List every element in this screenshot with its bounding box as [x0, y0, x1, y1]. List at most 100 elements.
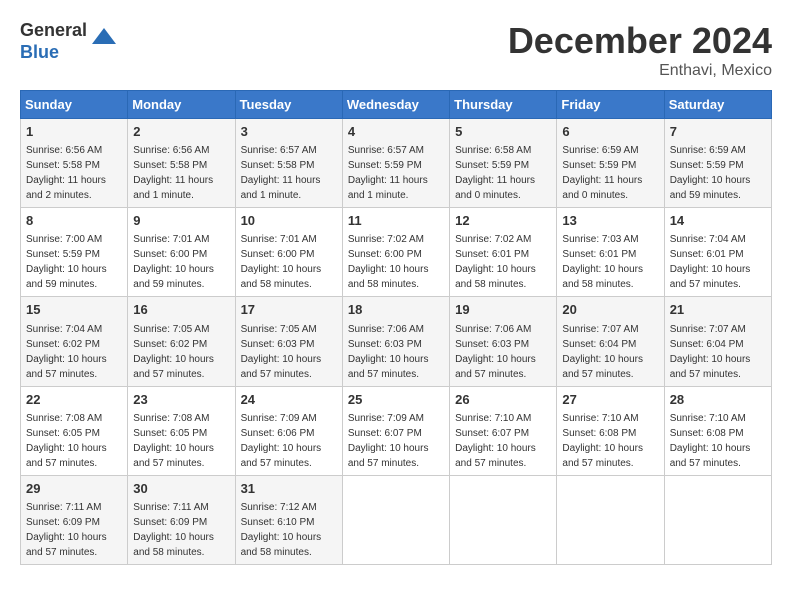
day-info: Sunrise: 7:05 AMSunset: 6:03 PMDaylight:…	[241, 322, 337, 382]
calendar-cell: 18 Sunrise: 7:06 AMSunset: 6:03 PMDayligh…	[342, 297, 449, 386]
calendar-cell: 24 Sunrise: 7:09 AMSunset: 6:06 PMDayligh…	[235, 386, 342, 475]
calendar-cell: 14Sunrise: 7:04 AMSunset: 6:01 PMDayligh…	[664, 208, 771, 297]
day-number: 6	[562, 123, 658, 141]
day-number: 20	[562, 301, 658, 319]
calendar-week-2: 8Sunrise: 7:00 AMSunset: 5:59 PMDaylight…	[21, 208, 772, 297]
day-info: Sunrise: 7:00 AMSunset: 5:59 PMDaylight:…	[26, 232, 122, 292]
day-info: Sunrise: 7:09 AMSunset: 6:07 PMDaylight:…	[348, 411, 444, 471]
calendar-cell	[557, 475, 664, 564]
calendar-cell: 13Sunrise: 7:03 AMSunset: 6:01 PMDayligh…	[557, 208, 664, 297]
day-info: Sunrise: 7:02 AMSunset: 6:01 PMDaylight:…	[455, 232, 551, 292]
calendar-cell: 21 Sunrise: 7:07 AMSunset: 6:04 PMDayligh…	[664, 297, 771, 386]
day-info: Sunrise: 6:59 AMSunset: 5:59 PMDaylight:…	[562, 143, 658, 203]
day-info: Sunrise: 7:11 AMSunset: 6:09 PMDaylight:…	[133, 500, 229, 560]
day-info: Sunrise: 7:10 AMSunset: 6:08 PMDaylight:…	[670, 411, 766, 471]
day-info: Sunrise: 6:57 AMSunset: 5:58 PMDaylight:…	[241, 143, 337, 203]
calendar-cell: 26Sunrise: 7:10 AMSunset: 6:07 PMDayligh…	[450, 386, 557, 475]
calendar-week-4: 22Sunrise: 7:08 AMSunset: 6:05 PMDayligh…	[21, 386, 772, 475]
calendar-cell: 25 Sunrise: 7:09 AMSunset: 6:07 PMDayligh…	[342, 386, 449, 475]
day-number: 16	[133, 301, 229, 319]
day-info: Sunrise: 7:07 AMSunset: 6:04 PMDaylight:…	[562, 322, 658, 382]
weekday-header-monday: Monday	[128, 91, 235, 119]
calendar-cell: 9Sunrise: 7:01 AMSunset: 6:00 PMDaylight…	[128, 208, 235, 297]
logo: General Blue	[20, 20, 118, 63]
day-info: Sunrise: 7:01 AMSunset: 6:00 PMDaylight:…	[133, 232, 229, 292]
calendar-cell: 29Sunrise: 7:11 AMSunset: 6:09 PMDayligh…	[21, 475, 128, 564]
calendar-week-1: 1 Sunrise: 6:56 AMSunset: 5:58 PMDaylight…	[21, 119, 772, 208]
day-number: 11	[348, 212, 444, 230]
day-number: 10	[241, 212, 337, 230]
day-number: 30	[133, 480, 229, 498]
day-info: Sunrise: 7:02 AMSunset: 6:00 PMDaylight:…	[348, 232, 444, 292]
day-number: 3	[241, 123, 337, 141]
day-number: 4	[348, 123, 444, 141]
day-number: 23	[133, 391, 229, 409]
calendar-cell: 5 Sunrise: 6:58 AMSunset: 5:59 PMDaylight…	[450, 119, 557, 208]
day-info: Sunrise: 6:57 AMSunset: 5:59 PMDaylight:…	[348, 143, 444, 203]
day-number: 25	[348, 391, 444, 409]
calendar-cell: 17Sunrise: 7:05 AMSunset: 6:03 PMDayligh…	[235, 297, 342, 386]
calendar-cell: 3 Sunrise: 6:57 AMSunset: 5:58 PMDaylight…	[235, 119, 342, 208]
day-number: 5	[455, 123, 551, 141]
day-info: Sunrise: 7:06 AMSunset: 6:03 PMDaylight:…	[348, 322, 444, 382]
day-number: 26	[455, 391, 551, 409]
day-info: Sunrise: 7:06 AMSunset: 6:03 PMDaylight:…	[455, 322, 551, 382]
calendar-cell: 28 Sunrise: 7:10 AMSunset: 6:08 PMDayligh…	[664, 386, 771, 475]
day-number: 29	[26, 480, 122, 498]
logo-general: General	[20, 20, 87, 42]
day-info: Sunrise: 7:09 AMSunset: 6:06 PMDaylight:…	[241, 411, 337, 471]
day-number: 14	[670, 212, 766, 230]
calendar-cell: 10 Sunrise: 7:01 AMSunset: 6:00 PMDayligh…	[235, 208, 342, 297]
calendar-week-3: 15 Sunrise: 7:04 AMSunset: 6:02 PMDayligh…	[21, 297, 772, 386]
weekday-header-sunday: Sunday	[21, 91, 128, 119]
calendar-cell: 1 Sunrise: 6:56 AMSunset: 5:58 PMDaylight…	[21, 119, 128, 208]
day-info: Sunrise: 7:03 AMSunset: 6:01 PMDaylight:…	[562, 232, 658, 292]
day-number: 21	[670, 301, 766, 319]
month-title: December 2024	[508, 20, 772, 62]
day-info: Sunrise: 7:07 AMSunset: 6:04 PMDaylight:…	[670, 322, 766, 382]
day-number: 7	[670, 123, 766, 141]
calendar-cell: 4 Sunrise: 6:57 AMSunset: 5:59 PMDaylight…	[342, 119, 449, 208]
weekday-header-tuesday: Tuesday	[235, 91, 342, 119]
day-info: Sunrise: 6:58 AMSunset: 5:59 PMDaylight:…	[455, 143, 551, 203]
day-number: 31	[241, 480, 337, 498]
calendar-cell: 7 Sunrise: 6:59 AMSunset: 5:59 PMDaylight…	[664, 119, 771, 208]
calendar-cell	[342, 475, 449, 564]
calendar-cell: 22Sunrise: 7:08 AMSunset: 6:05 PMDayligh…	[21, 386, 128, 475]
day-number: 2	[133, 123, 229, 141]
day-info: Sunrise: 7:05 AMSunset: 6:02 PMDaylight:…	[133, 322, 229, 382]
location: Enthavi, Mexico	[508, 62, 772, 80]
day-info: Sunrise: 7:01 AMSunset: 6:00 PMDaylight:…	[241, 232, 337, 292]
day-number: 1	[26, 123, 122, 141]
day-info: Sunrise: 6:56 AMSunset: 5:58 PMDaylight:…	[133, 143, 229, 203]
calendar-table: SundayMondayTuesdayWednesdayThursdayFrid…	[20, 90, 772, 565]
day-number: 18	[348, 301, 444, 319]
day-info: Sunrise: 7:10 AMSunset: 6:08 PMDaylight:…	[562, 411, 658, 471]
calendar-week-5: 29 Sunrise: 7:11 AMSunset: 6:09 PMDayligh…	[21, 475, 772, 564]
day-number: 24	[241, 391, 337, 409]
weekday-header-saturday: Saturday	[664, 91, 771, 119]
calendar-cell: 27 Sunrise: 7:10 AMSunset: 6:08 PMDayligh…	[557, 386, 664, 475]
day-info: Sunrise: 6:59 AMSunset: 5:59 PMDaylight:…	[670, 143, 766, 203]
calendar-cell: 31Sunrise: 7:12 AMSunset: 6:10 PMDayligh…	[235, 475, 342, 564]
calendar-cell: 2 Sunrise: 6:56 AMSunset: 5:58 PMDaylight…	[128, 119, 235, 208]
calendar-cell: 19 Sunrise: 7:06 AMSunset: 6:03 PMDayligh…	[450, 297, 557, 386]
logo-icon	[90, 24, 118, 52]
calendar-cell	[450, 475, 557, 564]
day-number: 19	[455, 301, 551, 319]
calendar-cell: 12Sunrise: 7:02 AMSunset: 6:01 PMDayligh…	[450, 208, 557, 297]
day-info: Sunrise: 7:08 AMSunset: 6:05 PMDaylight:…	[26, 411, 122, 471]
calendar-cell	[664, 475, 771, 564]
day-number: 15	[26, 301, 122, 319]
calendar-cell: 30 Sunrise: 7:11 AMSunset: 6:09 PMDayligh…	[128, 475, 235, 564]
day-number: 28	[670, 391, 766, 409]
day-number: 27	[562, 391, 658, 409]
day-info: Sunrise: 7:08 AMSunset: 6:05 PMDaylight:…	[133, 411, 229, 471]
title-block: December 2024 Enthavi, Mexico	[508, 20, 772, 80]
day-info: Sunrise: 7:04 AMSunset: 6:02 PMDaylight:…	[26, 322, 122, 382]
calendar-cell: 15 Sunrise: 7:04 AMSunset: 6:02 PMDayligh…	[21, 297, 128, 386]
weekday-header-wednesday: Wednesday	[342, 91, 449, 119]
day-info: Sunrise: 6:56 AMSunset: 5:58 PMDaylight:…	[26, 143, 122, 203]
calendar-cell: 16 Sunrise: 7:05 AMSunset: 6:02 PMDayligh…	[128, 297, 235, 386]
page-header: General Blue December 2024 Enthavi, Mexi…	[20, 20, 772, 80]
